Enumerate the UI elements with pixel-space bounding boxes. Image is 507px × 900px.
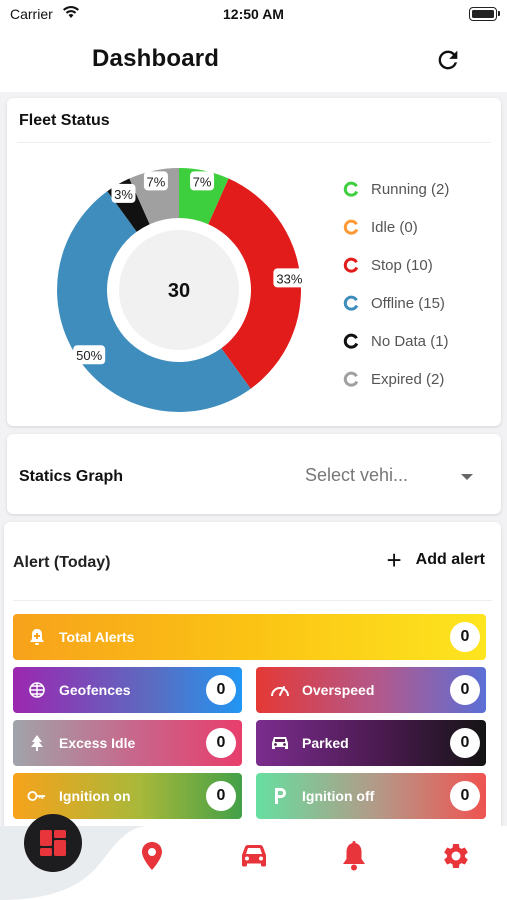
car-icon [242,845,266,867]
fleet-donut-chart: 30 7% 33% 50% 3% 7% [57,168,306,412]
donut-label-offline: 50% [73,345,106,365]
geofence-icon [27,680,47,700]
legend-label: No Data (1) [371,332,449,350]
count-badge: 0 [206,781,236,811]
tile-label: Overspeed [302,682,375,698]
tab-map[interactable] [136,840,168,872]
legend-ring-icon [343,371,359,387]
donut-total: 30 [168,280,190,302]
svg-text:50%: 50% [76,348,102,363]
count-badge: 0 [450,675,480,705]
fleet-status-card: Fleet Status 30 7% 33% 50% 3% 7% Running (2) … [7,98,501,426]
donut-label-stop: 33% [273,268,306,288]
svg-text:33%: 33% [276,271,302,286]
settings-icon [444,843,468,868]
app-header: Dashboard [0,30,507,92]
tile-total-alerts[interactable]: Total Alerts 0 [13,614,486,660]
count-badge: 0 [450,622,480,652]
tile-label: Geofences [59,682,131,698]
donut-label-running: 7% [190,171,215,191]
legend-ring-icon [343,295,359,311]
status-bar: Carrier 12:50 AM [0,0,507,30]
legend-ring-icon [343,219,359,235]
tile-label: Total Alerts [59,629,135,645]
map-pin-icon [142,842,162,870]
vehicle-select[interactable]: Select vehi... [305,460,487,494]
svg-text:7%: 7% [147,174,166,189]
donut-label-expired: 7% [143,171,168,191]
clock: 12:50 AM [223,6,284,22]
alert-plus-icon [27,627,47,647]
page-title: Dashboard [92,45,220,72]
tile-ignition-off[interactable]: Ignition off 0 [256,773,486,819]
tile-label: Excess Idle [59,735,136,751]
count-badge: 0 [450,781,480,811]
refresh-icon [438,50,458,70]
tile-parked[interactable]: Parked 0 [256,720,486,766]
legend-item: No Data (1) [343,322,449,360]
tile-overspeed[interactable]: Overspeed 0 [256,667,486,713]
battery-icon [469,7,500,21]
tile-label: Ignition off [302,788,375,804]
tile-label: Ignition on [59,788,131,804]
tile-ignition-on[interactable]: Ignition on 0 [13,773,242,819]
donut-label-no-data: 3% [111,183,136,203]
count-badge: 0 [206,728,236,758]
legend-ring-icon [343,181,359,197]
svg-text:3%: 3% [114,187,133,202]
add-alert-button[interactable]: + Add alert [386,545,485,575]
divider [13,600,492,601]
legend-item: Running (2) [343,170,449,208]
legend-item: Offline (15) [343,284,449,322]
alerts-title: Alert (Today) [13,554,111,571]
car-icon [270,733,290,753]
add-alert-label: Add alert [415,551,485,568]
legend-item: Expired (2) [343,360,449,398]
legend-label: Expired (2) [371,370,445,388]
count-badge: 0 [450,728,480,758]
count-badge: 0 [206,675,236,705]
parking-icon [270,786,290,806]
legend-ring-icon [343,257,359,273]
chevron-down-icon [461,474,473,480]
legend-label: Stop (10) [371,256,433,274]
plus-icon: + [386,545,402,575]
divider [17,142,491,143]
tab-vehicles[interactable] [238,840,270,872]
legend-ring-icon [343,333,359,349]
key-icon [27,786,47,806]
statics-graph-title: Statics Graph [19,468,124,485]
speedometer-icon [270,680,290,700]
tile-excess-idle[interactable]: Excess Idle 0 [13,720,242,766]
dashboard-icon [40,830,66,856]
legend-item: Stop (10) [343,246,449,284]
tab-dashboard[interactable] [24,814,82,872]
alerts-card: Alert (Today) + Add alert Total Alerts 0… [4,522,501,842]
tree-icon [27,733,47,753]
svg-text:7%: 7% [193,174,212,189]
statics-graph-card: Statics Graph Select vehi... [7,434,501,514]
tab-alerts[interactable] [338,840,370,872]
fleet-legend: Running (2) Idle (0) Stop (10) Offline (… [343,170,449,398]
legend-label: Idle (0) [371,218,418,236]
fleet-status-title: Fleet Status [19,112,110,129]
tab-settings[interactable] [440,840,472,872]
legend-item: Idle (0) [343,208,449,246]
refresh-button[interactable] [434,46,462,74]
tile-label: Parked [302,735,349,751]
tile-geofences[interactable]: Geofences 0 [13,667,242,713]
vehicle-select-placeholder: Select vehi... [305,465,409,485]
legend-label: Running (2) [371,180,450,198]
bell-icon [343,841,365,871]
legend-label: Offline (15) [371,294,445,312]
